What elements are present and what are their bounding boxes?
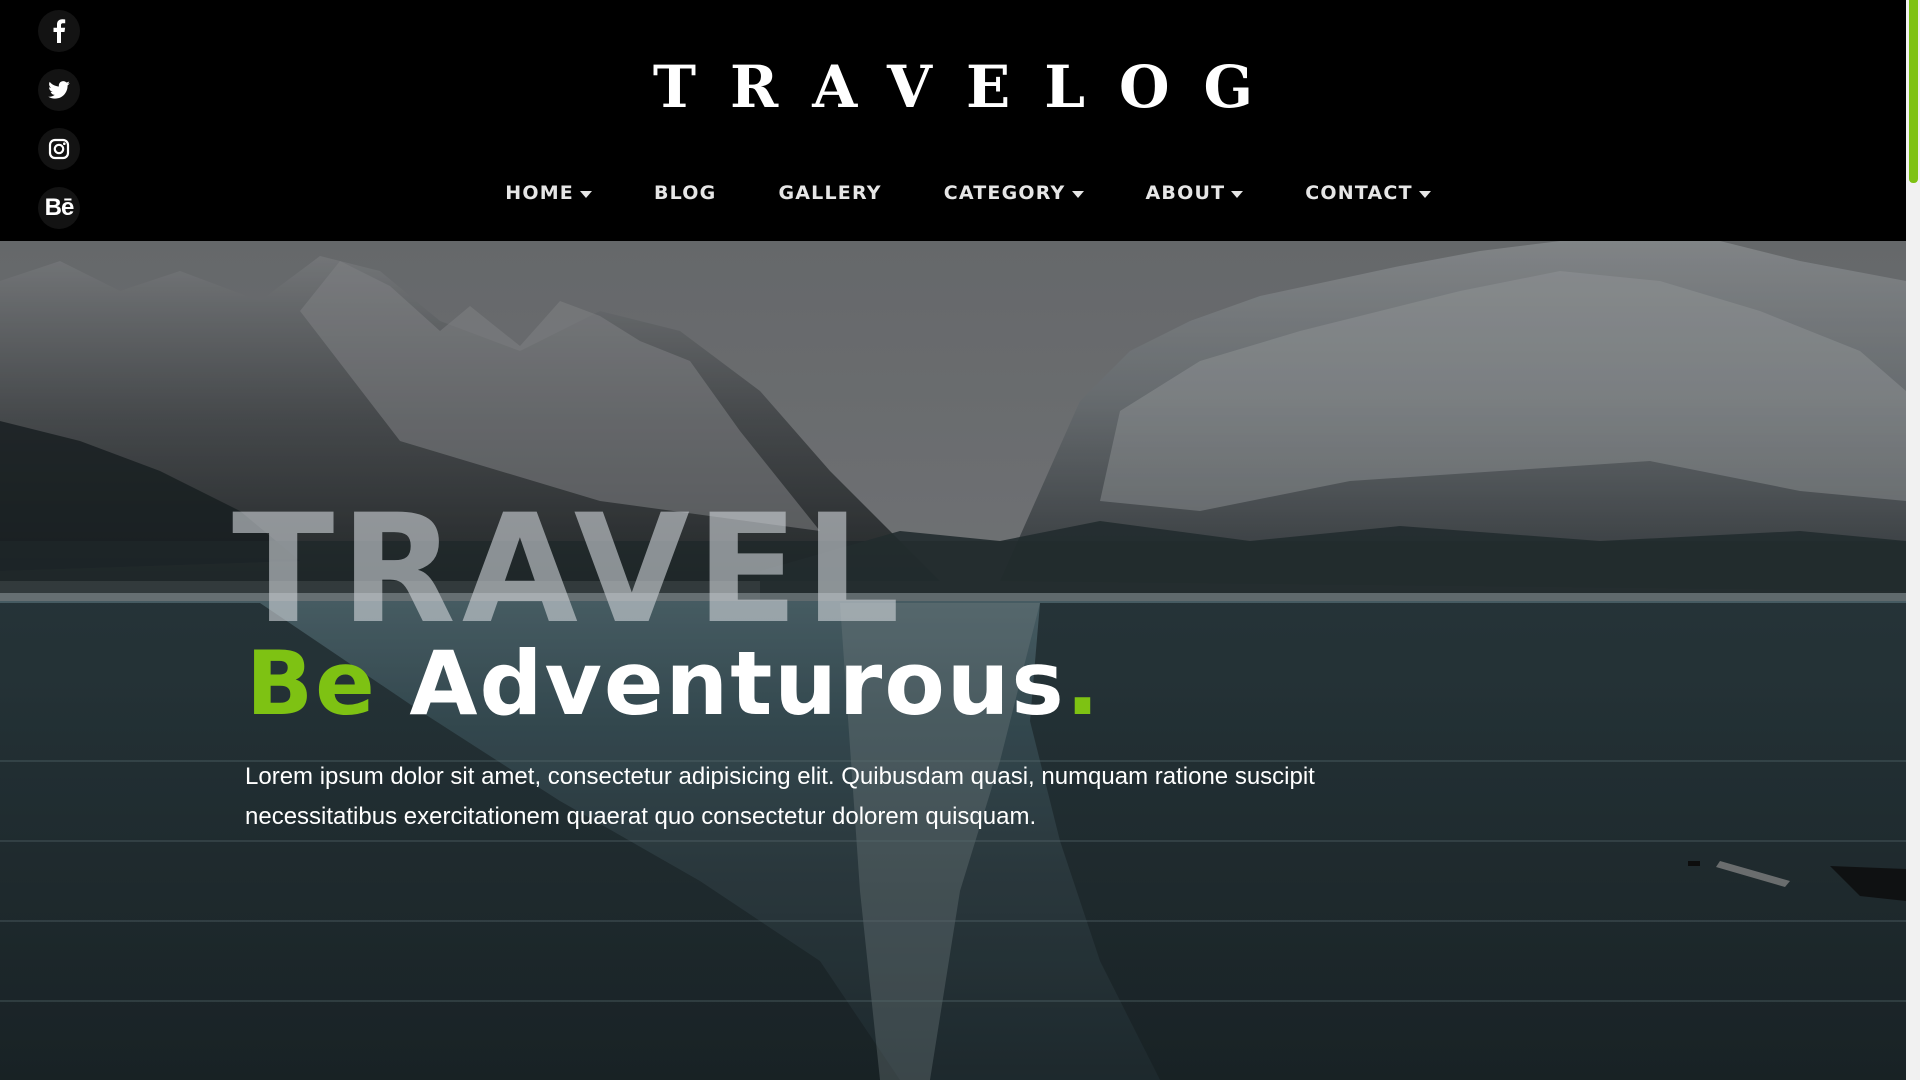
nav-item-label: ABOUT <box>1145 182 1226 204</box>
headline-accent: Be <box>246 632 377 735</box>
social-links: Bē <box>38 10 80 246</box>
headline-dot: . <box>1065 632 1102 735</box>
hero-headline: Be Adventurous. <box>246 629 1101 739</box>
caret-down-icon <box>1071 190 1084 198</box>
nav-item-label: HOME <box>505 182 574 204</box>
instagram-icon <box>48 138 70 160</box>
scrollbar-thumb[interactable] <box>1909 0 1918 183</box>
nav-item-label: CONTACT <box>1305 182 1413 204</box>
caret-down-icon <box>579 190 592 198</box>
main-nav: HOME BLOG GALLERY CATEGORY ABOUT CONTACT <box>0 176 1906 210</box>
facebook-link[interactable] <box>38 10 80 52</box>
nav-item-label: GALLERY <box>778 182 882 204</box>
nav-item-gallery[interactable]: GALLERY <box>778 176 881 210</box>
nav-item-about[interactable]: ABOUT <box>1146 176 1244 210</box>
hero-paragraph: Lorem ipsum dolor sit amet, consectetur … <box>245 763 1315 830</box>
nav-item-label: CATEGORY <box>943 182 1066 204</box>
nav-item-category[interactable]: CATEGORY <box>944 176 1084 210</box>
hero-section: TRAVEL Be Adventurous. Lorem ipsum dolor… <box>0 241 1906 1080</box>
page-scrollbar[interactable] <box>1906 0 1920 1080</box>
nav-item-contact[interactable]: CONTACT <box>1305 176 1431 210</box>
nav-item-home[interactable]: HOME <box>505 176 592 210</box>
facebook-icon <box>52 19 66 43</box>
headline-main: Adventurous <box>409 632 1066 735</box>
site-logo[interactable]: TRAVELOG <box>0 52 1906 122</box>
page: Bē TRAVELOG HOME BLOG GALLERY CATEGORY A… <box>0 0 1920 1080</box>
hero-big-word: TRAVEL <box>232 483 906 657</box>
caret-down-icon <box>1231 190 1244 198</box>
instagram-link[interactable] <box>38 128 80 170</box>
nav-item-label: BLOG <box>653 182 717 204</box>
caret-down-icon <box>1418 190 1431 198</box>
nav-item-blog[interactable]: BLOG <box>654 176 716 210</box>
site-header: Bē TRAVELOG HOME BLOG GALLERY CATEGORY A… <box>0 0 1906 241</box>
